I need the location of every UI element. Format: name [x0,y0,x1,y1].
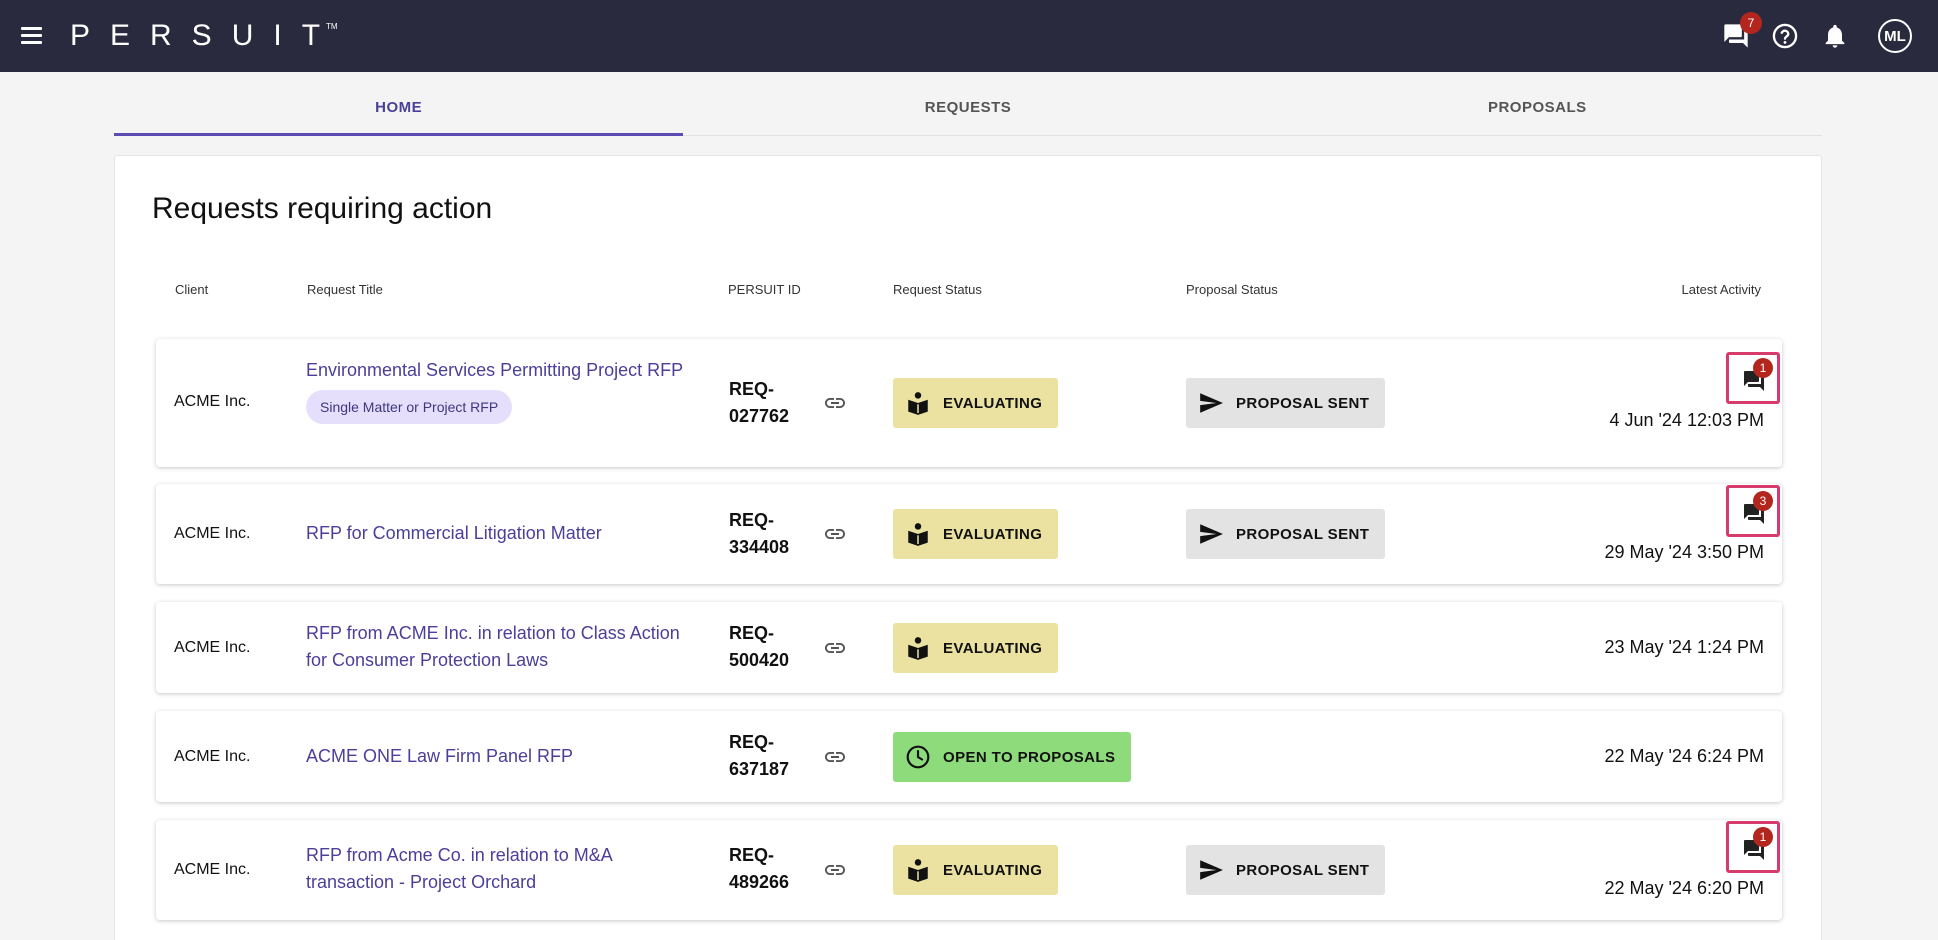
unread-count-badge: 3 [1753,491,1773,511]
persuit-id: REQ-334408 [729,510,790,557]
table-row[interactable]: ACME Inc. Environmental Services Permitt… [156,339,1782,467]
send-icon [1200,393,1223,413]
request-status-label: EVALUATING [943,861,1043,879]
request-status-badge[interactable]: OPEN TO PROPOSALS [893,732,1132,782]
column-header-client: Client [175,282,209,297]
unread-messages-button[interactable]: 1 [1726,821,1780,873]
copy-link-button[interactable] [823,391,847,415]
request-status-badge[interactable]: EVALUATING [893,845,1059,895]
link-icon [825,643,845,653]
request-title-cell: RFP for Commercial Litigation Matter [306,520,686,547]
request-title-link[interactable]: RFP for Commercial Litigation Matter [306,520,686,547]
request-title-cell: RFP from ACME Inc. in relation to Class … [306,620,686,674]
table-row[interactable]: ACME Inc. RFP for Commercial Litigation … [156,484,1782,584]
client-name: ACME Inc. [174,525,251,542]
request-title-link[interactable]: Environmental Services Permitting Projec… [306,357,686,384]
table-row[interactable]: ACME Inc. RFP from ACME Inc. in relation… [156,602,1782,693]
evaluate-icon [908,637,928,660]
request-type-chip: Single Matter or Project RFP [306,390,513,424]
unread-messages-button[interactable]: 1 [1726,352,1780,404]
column-header-latest-activity: Latest Activity [1681,282,1761,297]
request-status-badge[interactable]: EVALUATING [893,378,1059,428]
table-row[interactable]: ACME Inc. ACME ONE Law Firm Panel RFP RE… [156,711,1782,802]
menu-icon[interactable] [18,22,46,50]
top-bar: PERSUIT TM 7 ML [0,0,1938,72]
request-status-label: EVALUATING [943,394,1043,412]
column-header-persuit-id: PERSUIT ID [728,282,801,297]
main-tabs: HOME REQUESTS PROPOSALS [114,86,1822,136]
evaluate-icon [908,859,928,882]
request-title-cell: RFP from Acme Co. in relation to M&A tra… [306,842,686,896]
latest-activity: 4 Jun '24 12:03 PM [1609,410,1764,430]
proposal-status-label: PROPOSAL SENT [1236,525,1370,543]
copy-link-button[interactable] [823,522,847,546]
requests-card: Requests requiring action Client Request… [114,155,1822,940]
link-icon [825,865,845,875]
unread-count-badge: 1 [1753,827,1773,847]
column-header-request-status: Request Status [893,282,982,297]
persuit-logo[interactable]: PERSUIT TM [70,18,338,54]
column-header-proposal-status: Proposal Status [1186,282,1278,297]
client-name: ACME Inc. [174,393,251,410]
request-title-cell: ACME ONE Law Firm Panel RFP [306,743,686,770]
link-icon [825,752,845,762]
persuit-id: REQ-489266 [729,845,790,892]
section-title: Requests requiring action [152,192,493,225]
tab-proposals[interactable]: PROPOSALS [1253,86,1822,135]
proposal-status-badge[interactable]: PROPOSAL SENT [1186,845,1386,895]
tab-home[interactable]: HOME [114,86,684,136]
copy-link-button[interactable] [823,858,847,882]
evaluate-icon [908,392,928,415]
evaluate-icon [908,523,928,546]
unread-count-badge: 1 [1753,358,1773,378]
messages-badge: 7 [1740,12,1762,34]
request-title-link[interactable]: RFP from ACME Inc. in relation to Class … [306,620,686,674]
client-name: ACME Inc. [174,861,251,878]
logo-text: PERSUIT [70,19,341,52]
table-row[interactable]: ACME Inc. RFP from Acme Co. in relation … [156,820,1782,920]
tab-requests[interactable]: REQUESTS [683,86,1252,135]
notifications-button[interactable] [1821,22,1849,50]
request-title-link[interactable]: ACME ONE Law Firm Panel RFP [306,743,686,770]
latest-activity: 22 May '24 6:20 PM [1604,878,1764,898]
copy-link-button[interactable] [823,745,847,769]
user-avatar[interactable]: ML [1878,19,1912,53]
help-icon [1772,23,1798,49]
persuit-id: REQ-637187 [729,732,790,779]
help-button[interactable] [1771,22,1799,50]
request-status-badge[interactable]: EVALUATING [893,623,1059,673]
latest-activity: 22 May '24 6:24 PM [1604,746,1764,766]
client-name: ACME Inc. [174,639,251,656]
request-status-label: EVALUATING [943,525,1043,543]
request-status-label: OPEN TO PROPOSALS [943,748,1116,766]
request-title-link[interactable]: RFP from Acme Co. in relation to M&A tra… [306,842,686,896]
request-status-badge[interactable]: EVALUATING [893,509,1059,559]
link-icon [825,529,845,539]
latest-activity: 29 May '24 3:50 PM [1604,542,1764,562]
unread-messages-button[interactable]: 3 [1726,485,1780,537]
proposal-status-badge[interactable]: PROPOSAL SENT [1186,378,1386,428]
request-status-label: EVALUATING [943,639,1043,657]
proposal-status-badge[interactable]: PROPOSAL SENT [1186,509,1386,559]
proposal-status-label: PROPOSAL SENT [1236,861,1370,879]
latest-activity: 23 May '24 1:24 PM [1604,637,1764,657]
logo-trademark: TM [326,22,338,31]
bell-icon [1825,24,1845,48]
persuit-id: REQ-027762 [729,379,790,426]
column-header-request-title: Request Title [307,282,383,297]
send-icon [1200,860,1223,880]
copy-link-button[interactable] [823,636,847,660]
proposal-status-label: PROPOSAL SENT [1236,394,1370,412]
request-title-cell: Environmental Services Permitting Projec… [306,357,686,424]
send-icon [1200,524,1223,544]
messages-button[interactable]: 7 [1722,12,1762,50]
client-name: ACME Inc. [174,748,251,765]
persuit-id: REQ-500420 [729,623,790,670]
link-icon [825,398,845,408]
clock-icon [906,745,930,769]
